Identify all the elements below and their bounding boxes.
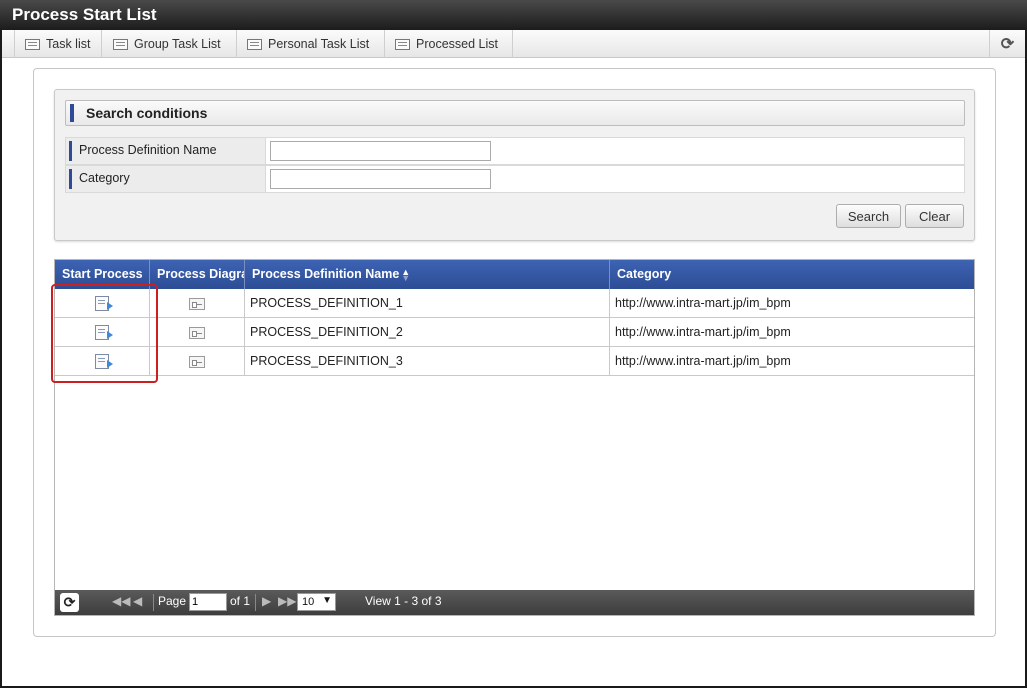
- accent-bar: [69, 141, 72, 161]
- grid-header: Start Process Process Diagram Process De…: [55, 260, 974, 289]
- list-icon: [395, 38, 410, 50]
- next-page-icon[interactable]: ▶: [262, 594, 271, 608]
- field-row-category: Category: [65, 165, 965, 193]
- search-button[interactable]: Search: [836, 204, 901, 228]
- view-count-text: View 1 - 3 of 3: [365, 594, 442, 608]
- last-page-icon[interactable]: ▶▶: [278, 594, 296, 608]
- rows-per-page-select[interactable]: 10 ▼: [297, 593, 336, 611]
- tab-label: Personal Task List: [268, 37, 370, 51]
- process-diagram-icon[interactable]: [189, 326, 205, 339]
- start-process-cell: [55, 347, 150, 376]
- category-input[interactable]: [270, 169, 491, 189]
- tab-task-list[interactable]: Task list: [14, 30, 102, 58]
- page-count-label: of 1: [230, 594, 251, 608]
- clear-button[interactable]: Clear: [905, 204, 964, 228]
- page-number-input[interactable]: [189, 593, 227, 611]
- list-icon: [113, 38, 128, 50]
- start-process-cell: [55, 289, 150, 318]
- process-definition-name-cell: PROCESS_DEFINITION_3: [245, 347, 610, 376]
- process-definition-name-cell: PROCESS_DEFINITION_2: [245, 318, 610, 347]
- tab-personal-task-list[interactable]: Personal Task List: [237, 30, 385, 58]
- table-row: PROCESS_DEFINITION_3 http://www.intra-ma…: [55, 347, 974, 376]
- first-page-icon[interactable]: ◀◀: [112, 594, 130, 608]
- chevron-down-icon: ▼: [322, 595, 332, 606]
- category-cell: http://www.intra-mart.jp/im_bpm: [615, 296, 791, 310]
- prev-page-icon[interactable]: ◀: [133, 594, 142, 608]
- column-header-process-definition-name[interactable]: Process Definition Name ▲ ▼: [245, 260, 610, 289]
- process-diagram-cell: [150, 289, 245, 318]
- search-header: Search conditions: [65, 100, 965, 126]
- field-label: Category: [79, 171, 130, 185]
- window-title: Process Start List: [0, 0, 1027, 30]
- process-diagram-icon[interactable]: [189, 297, 205, 310]
- pager-divider: [255, 594, 256, 611]
- rows-per-page-value: 10: [302, 596, 315, 608]
- tab-label: Processed List: [416, 37, 498, 51]
- page-label: Page: [158, 594, 187, 608]
- column-header-start-process[interactable]: Start Process: [55, 260, 150, 289]
- field-label: Process Definition Name: [79, 143, 217, 157]
- process-definition-name-input[interactable]: [270, 141, 491, 161]
- list-icon: [25, 38, 40, 50]
- table-row: PROCESS_DEFINITION_1 http://www.intra-ma…: [55, 289, 974, 318]
- start-process-icon[interactable]: [95, 354, 113, 369]
- process-definition-name-cell: PROCESS_DEFINITION_1: [245, 289, 610, 318]
- column-header-label: Process Definition Name: [252, 267, 400, 281]
- tab-bar: Task list Group Task List Personal Task …: [2, 30, 1025, 58]
- pager-divider: [153, 594, 154, 611]
- start-process-cell: [55, 318, 150, 347]
- process-diagram-cell: [150, 347, 245, 376]
- tab-group-task-list[interactable]: Group Task List: [103, 30, 237, 58]
- table-row: PROCESS_DEFINITION_2 http://www.intra-ma…: [55, 318, 974, 347]
- process-grid: Start Process Process Diagram Process De…: [54, 259, 975, 616]
- process-diagram-cell: [150, 318, 245, 347]
- list-icon: [247, 38, 262, 50]
- field-label-cell: Category: [66, 166, 266, 192]
- field-row-process-definition-name: Process Definition Name: [65, 137, 965, 165]
- search-conditions-box: Search conditions Process Definition Nam…: [54, 89, 975, 241]
- category-cell: http://www.intra-mart.jp/im_bpm: [615, 325, 791, 339]
- process-diagram-icon[interactable]: [189, 355, 205, 368]
- column-header-process-diagram[interactable]: Process Diagram: [150, 260, 245, 289]
- search-title: Search conditions: [86, 105, 208, 121]
- start-process-icon[interactable]: [95, 296, 113, 311]
- column-header-category[interactable]: Category: [610, 260, 974, 289]
- tab-label: Group Task List: [134, 37, 221, 51]
- start-process-icon[interactable]: [95, 325, 113, 340]
- pager: ⟳ ◀◀ ◀ Page of 1 ▶ ▶▶ 10 ▼ View 1 - 3 of…: [55, 590, 974, 615]
- field-label-cell: Process Definition Name: [66, 138, 266, 164]
- tab-processed-list[interactable]: Processed List: [385, 30, 513, 58]
- sort-icon: ▲ ▼: [401, 266, 411, 283]
- category-cell: http://www.intra-mart.jp/im_bpm: [615, 354, 791, 368]
- main-panel: Search conditions Process Definition Nam…: [33, 68, 996, 637]
- accent-bar: [69, 169, 72, 189]
- tab-label: Task list: [46, 37, 91, 51]
- reload-icon[interactable]: ⟳: [60, 593, 79, 612]
- reload-icon[interactable]: ⟳: [989, 30, 1025, 58]
- accent-bar: [70, 104, 74, 122]
